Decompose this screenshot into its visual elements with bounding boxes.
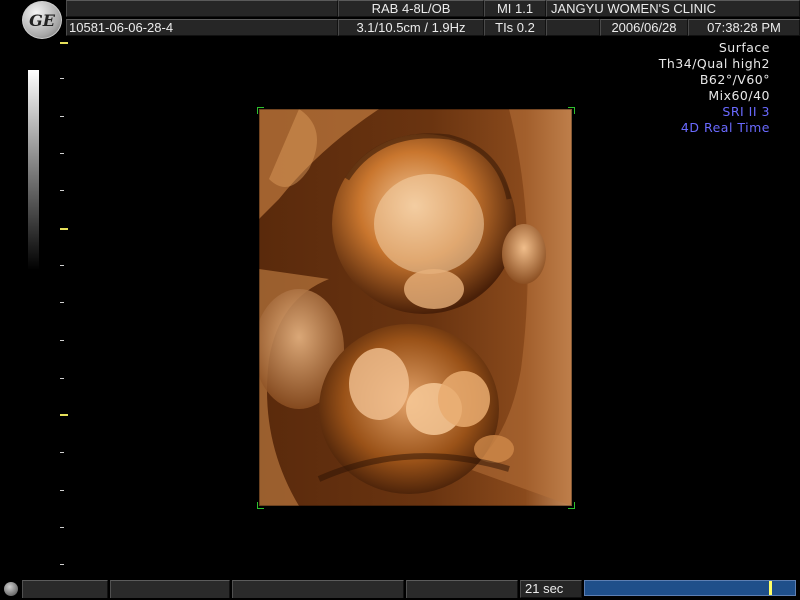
depth-tick [60,414,68,416]
depth-tick [60,153,64,154]
header-blank-cell-2 [546,19,600,36]
ge-logo-icon: GE [22,1,62,39]
threshold-quality: Th34/Qual high2 [658,56,770,71]
cine-progress-bar[interactable] [584,580,796,596]
depth-tick [60,340,64,341]
realtime-mode: 4D Real Time [680,120,770,135]
probe-label: RAB 4-8L/OB [338,0,484,17]
settings-panel: Surface Th34/Qual high2 B62°/V60° Mix60/… [659,40,770,136]
depth-tick [60,378,64,379]
frame-corner-top-left [257,107,264,114]
footer-segment-2[interactable] [110,580,230,598]
render-mode: Surface [718,40,770,55]
depth-tick [60,527,64,528]
exam-date: 2006/06/28 [600,19,688,36]
footer-segment-1[interactable] [22,580,108,598]
patient-id: 10581-06-06-28-4 [66,19,338,36]
tis-value: TIs 0.2 [484,19,546,36]
fetus-render-icon [259,109,572,506]
depth-tick [60,190,64,191]
sri-setting: SRI II 3 [722,104,770,119]
depth-tick [60,564,64,565]
depth-tick [60,42,68,44]
depth-frequency: 3.1/10.5cm / 1.9Hz [338,19,484,36]
depth-tick [60,78,64,79]
volume-angles: B62°/V60° [699,72,770,87]
depth-tick [60,265,64,266]
footer-segment-3[interactable] [232,580,404,598]
frame-corner-bottom-left [257,502,264,509]
frame-corner-top-right [568,107,575,114]
header-blank-cell [66,0,338,17]
clinic-name: JANGYU WOMEN'S CLINIC [546,0,800,17]
volume-render-image[interactable] [259,109,572,506]
frame-corner-bottom-right [568,502,575,509]
footer-segment-4[interactable] [406,580,518,598]
elapsed-time: 21 sec [520,580,582,598]
grayscale-bar [28,70,39,270]
mi-value: MI 1.1 [484,0,546,17]
header-bar: GE RAB 4-8L/OB MI 1.1 JANGYU WOMEN'S CLI… [0,0,800,39]
depth-tick [60,116,64,117]
trackball-icon[interactable] [4,582,18,596]
depth-tick [60,302,64,303]
mix-ratio: Mix60/40 [708,88,770,103]
depth-tick [60,228,68,230]
logo-text: GE [29,10,55,30]
depth-tick [60,452,64,453]
exam-time: 07:38:28 PM [688,19,800,36]
depth-tick [60,490,64,491]
cine-cursor[interactable] [769,581,772,595]
